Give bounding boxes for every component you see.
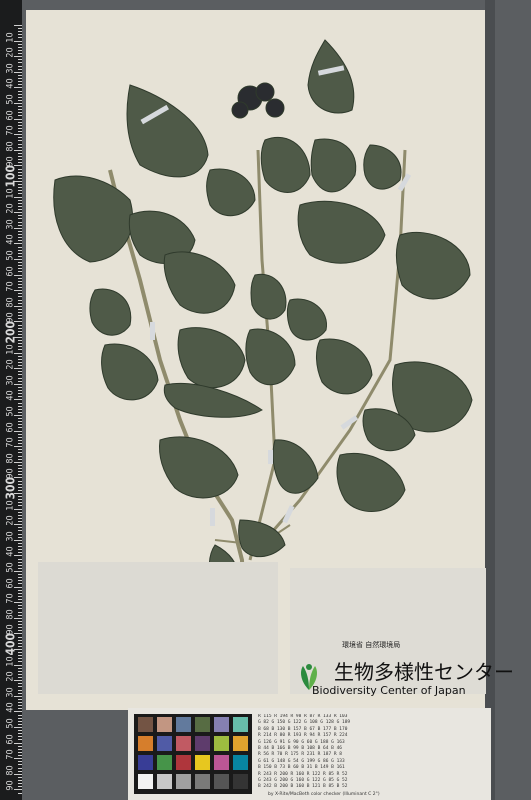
color-swatch — [176, 774, 191, 789]
color-swatch — [157, 717, 172, 732]
color-swatch — [195, 755, 210, 770]
color-swatch — [157, 736, 172, 751]
color-swatch — [195, 717, 210, 732]
color-swatch — [138, 736, 153, 751]
color-swatch — [176, 736, 191, 751]
color-swatch — [195, 736, 210, 751]
color-swatch — [195, 774, 210, 789]
ministry-name: 環境省 自然環境局 — [342, 641, 401, 649]
color-swatch — [157, 755, 172, 770]
color-swatch — [214, 717, 229, 732]
color-swatch — [214, 755, 229, 770]
color-swatch — [176, 755, 191, 770]
color-swatch — [138, 755, 153, 770]
color-table-row: B 242 B 200 B 160 B 121 B 85 B 52 — [258, 784, 348, 790]
color-swatch — [214, 774, 229, 789]
center-name-english: Biodiversity Center of Japan — [312, 684, 466, 697]
color-swatch — [233, 755, 248, 770]
color-swatch — [214, 736, 229, 751]
color-swatch — [138, 717, 153, 732]
color-swatch — [233, 774, 248, 789]
color-swatch — [157, 774, 172, 789]
blank-label-left — [38, 562, 278, 694]
color-checker-card: R 115 R 194 R 98 R 87 R 133 R 103 G 82 G … — [128, 708, 491, 800]
center-name-japanese: 生物多様性センター — [334, 660, 514, 684]
color-value-table: R 115 R 194 R 98 R 87 R 133 R 103 G 82 G … — [258, 714, 486, 792]
color-swatch — [176, 717, 191, 732]
color-swatch — [233, 717, 248, 732]
color-card-caption: by X-Rite/MacBeth color checker (Illumin… — [268, 792, 380, 797]
color-swatch — [138, 774, 153, 789]
color-swatch-grid — [134, 714, 252, 794]
color-swatch — [233, 736, 248, 751]
